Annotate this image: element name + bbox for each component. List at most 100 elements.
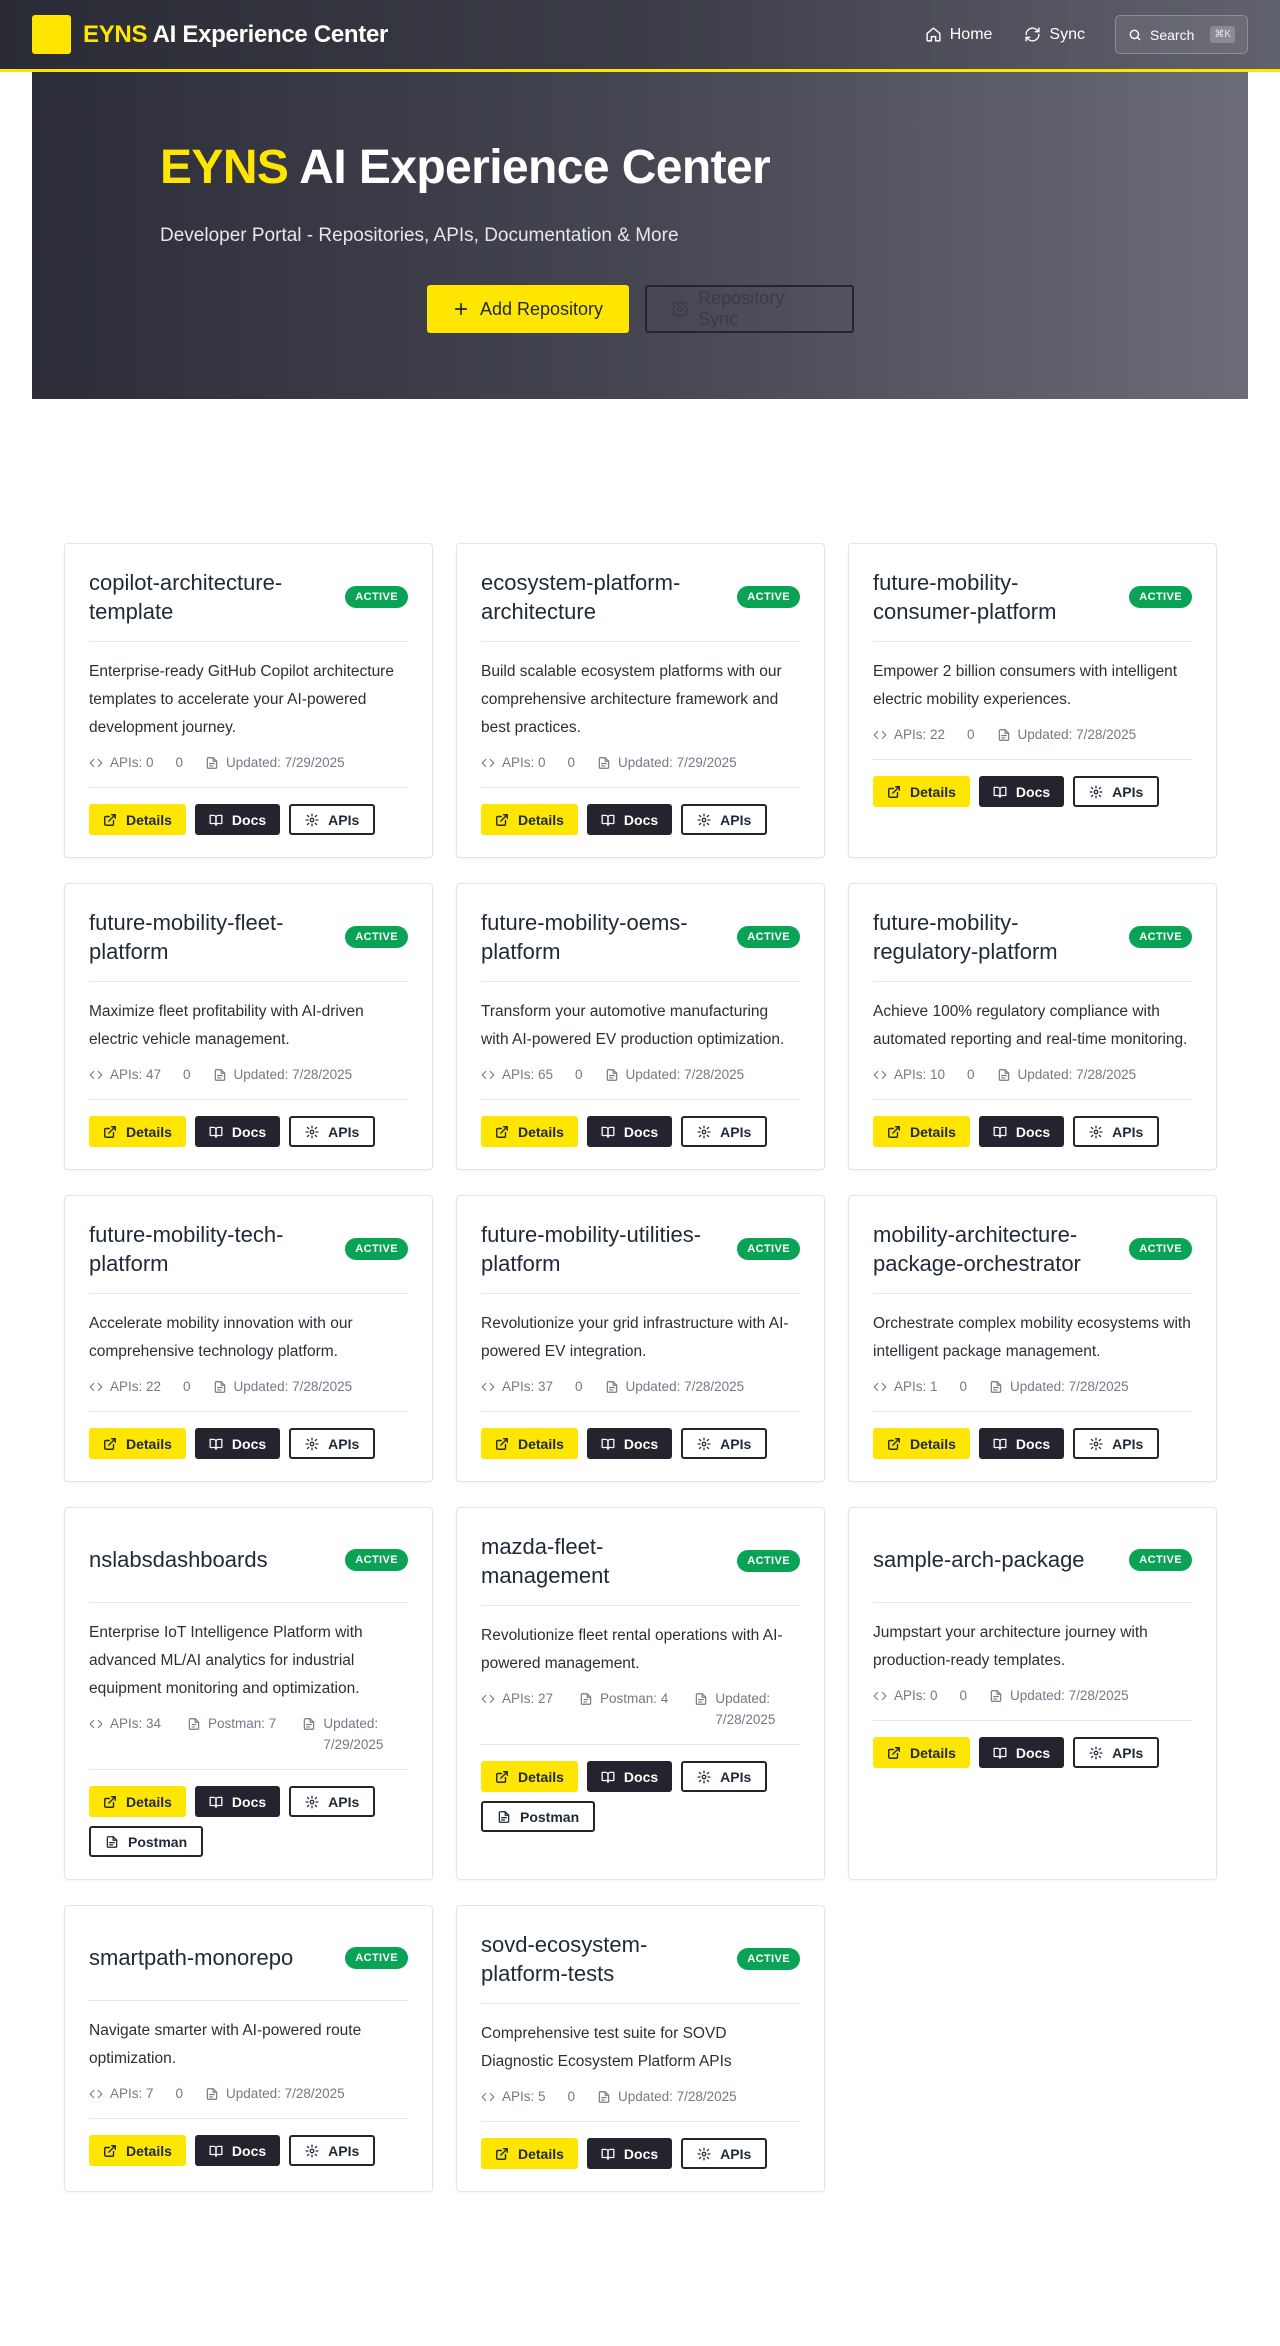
repository-title[interactable]: nslabsdashboards [89, 1545, 268, 1574]
docs-button[interactable]: Docs [194, 1428, 281, 1459]
gear-icon [305, 1437, 319, 1450]
repository-title[interactable]: future-mobility-tech-platform [89, 1220, 329, 1278]
details-button[interactable]: Details [481, 1428, 578, 1459]
details-button[interactable]: Details [89, 1786, 186, 1817]
docs-button[interactable]: Docs [586, 804, 673, 835]
apis-button[interactable]: APIs [1073, 1428, 1160, 1459]
apis-button[interactable]: APIs [681, 1116, 768, 1147]
book-icon [601, 1438, 615, 1450]
api-count: APIs: 0 [481, 752, 546, 773]
repository-title[interactable]: mobility-architecture-package-orchestrat… [873, 1220, 1113, 1278]
postman-count-text: 0 [183, 1379, 191, 1394]
docs-button[interactable]: Docs [978, 1428, 1065, 1459]
details-button[interactable]: Details [481, 804, 578, 835]
document-icon [998, 729, 1009, 741]
repository-card: future-mobility-regulatory-platform ACTI… [848, 883, 1217, 1170]
api-count-text: APIs: 0 [502, 755, 546, 770]
card-actions: Details Docs APIs [481, 1428, 800, 1459]
docs-button[interactable]: Docs [978, 1116, 1065, 1147]
search-icon [1129, 29, 1141, 40]
external-link-icon [888, 785, 900, 798]
details-button[interactable]: Details [873, 1428, 970, 1459]
docs-button[interactable]: Docs [586, 2138, 673, 2169]
postman-button[interactable]: Postman [481, 1801, 596, 1832]
document-icon [214, 1381, 225, 1393]
external-link-icon [496, 2147, 508, 2160]
apis-label: APIs [328, 811, 360, 828]
repository-title[interactable]: future-mobility-oems-platform [481, 908, 721, 966]
postman-count: Postman: 4 [579, 1688, 668, 1709]
apis-button[interactable]: APIs [681, 1428, 768, 1459]
details-button[interactable]: Details [873, 776, 970, 807]
details-button[interactable]: Details [89, 2135, 186, 2166]
repository-title[interactable]: future-mobility-regulatory-platform [873, 908, 1113, 966]
add-repository-button[interactable]: Add Repository [426, 285, 629, 333]
apis-button[interactable]: APIs [681, 2138, 768, 2169]
gear-icon [697, 813, 711, 826]
apis-button[interactable]: APIs [1073, 1737, 1160, 1768]
search-button[interactable]: Search ⌘K [1115, 15, 1248, 54]
details-button[interactable]: Details [89, 1116, 186, 1147]
apis-button[interactable]: APIs [1073, 776, 1160, 807]
repository-sync-button[interactable]: Repository Sync [644, 285, 854, 333]
logo-mark[interactable] [32, 15, 71, 54]
apis-button[interactable]: APIs [289, 804, 376, 835]
api-count: APIs: 1 [873, 1376, 938, 1397]
nav-sync-link[interactable]: Sync [1012, 18, 1097, 52]
postman-button[interactable]: Postman [89, 1826, 204, 1857]
docs-button[interactable]: Docs [586, 1761, 673, 1792]
updated-date-text: Updated: 7/28/2025 [1010, 1379, 1129, 1394]
card-header: mobility-architecture-package-orchestrat… [873, 1220, 1192, 1294]
apis-button[interactable]: APIs [289, 2135, 376, 2166]
repository-title[interactable]: sovd-ecosystem-platform-tests [481, 1930, 721, 1988]
docs-button[interactable]: Docs [586, 1116, 673, 1147]
docs-button[interactable]: Docs [978, 776, 1065, 807]
brand-title[interactable]: EYNS AI Experience Center [83, 21, 388, 49]
apis-button[interactable]: APIs [289, 1786, 376, 1817]
updated-date: Updated: 7/28/2025 [605, 1064, 744, 1085]
apis-button[interactable]: APIs [289, 1428, 376, 1459]
docs-button[interactable]: Docs [194, 2135, 281, 2166]
docs-button[interactable]: Docs [194, 804, 281, 835]
repository-title[interactable]: smartpath-monorepo [89, 1943, 293, 1972]
apis-label: APIs [328, 1123, 360, 1140]
card-actions: Details Docs APIs [873, 1116, 1192, 1147]
docs-label: Docs [623, 1123, 659, 1140]
repository-title[interactable]: copilot-architecture-template [89, 568, 329, 626]
external-link-icon [104, 1795, 116, 1808]
docs-button[interactable]: Docs [978, 1737, 1065, 1768]
details-button[interactable]: Details [481, 1116, 578, 1147]
apis-button[interactable]: APIs [681, 804, 768, 835]
postman-count: 0 [183, 1376, 191, 1397]
repository-title[interactable]: ecosystem-platform-architecture [481, 568, 721, 626]
apis-button[interactable]: APIs [289, 1116, 376, 1147]
apis-label: APIs [328, 1435, 360, 1452]
apis-button[interactable]: APIs [1073, 1116, 1160, 1147]
details-button[interactable]: Details [481, 2138, 578, 2169]
details-button[interactable]: Details [481, 1761, 578, 1792]
docs-button[interactable]: Docs [194, 1116, 281, 1147]
details-button[interactable]: Details [89, 1428, 186, 1459]
book-icon [209, 1796, 223, 1808]
status-badge: ACTIVE [345, 586, 408, 608]
docs-button[interactable]: Docs [586, 1428, 673, 1459]
details-button[interactable]: Details [873, 1116, 970, 1147]
repository-title[interactable]: future-mobility-utilities-platform [481, 1220, 721, 1278]
postman-count-text: 0 [567, 755, 576, 770]
repository-title[interactable]: future-mobility-consumer-platform [873, 568, 1113, 626]
status-badge: ACTIVE [737, 1948, 800, 1970]
apis-button[interactable]: APIs [681, 1761, 768, 1792]
book-icon [993, 1747, 1007, 1759]
book-icon [209, 2145, 223, 2157]
details-button[interactable]: Details [89, 804, 186, 835]
repository-meta: APIs: 47 0 Updated: 7/28/2025 [89, 1064, 408, 1100]
details-button[interactable]: Details [873, 1737, 970, 1768]
repository-title[interactable]: future-mobility-fleet-platform [89, 908, 329, 966]
apis-label: APIs [1112, 1744, 1144, 1761]
repository-title[interactable]: sample-arch-package [873, 1545, 1085, 1574]
postman-count: 0 [568, 2086, 576, 2107]
docs-button[interactable]: Docs [194, 1786, 281, 1817]
api-count-text: APIs: 47 [110, 1067, 162, 1082]
repository-title[interactable]: mazda-fleet-management [481, 1532, 721, 1590]
nav-home-link[interactable]: Home [913, 18, 1005, 52]
